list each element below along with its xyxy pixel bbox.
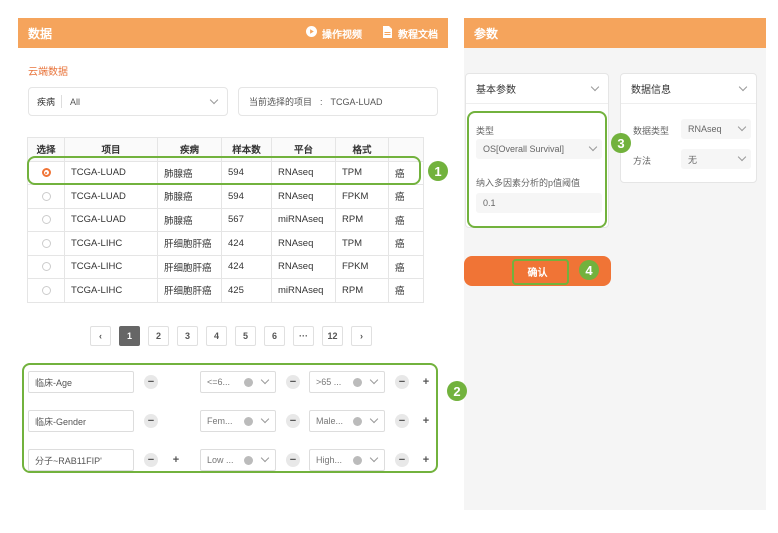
- table-row[interactable]: TCGA-LIHC 肝细胞肝癌 424 RNAseq FPKM 癌: [27, 254, 424, 279]
- method-label: 方法: [633, 156, 652, 166]
- cell-samples: 425: [221, 278, 272, 303]
- cell-project: TCGA-LUAD: [64, 207, 158, 232]
- chevron-down-icon: [209, 95, 219, 104]
- cell-project: TCGA-LIHC: [64, 231, 158, 256]
- highlight-confirm: [512, 259, 569, 285]
- cell-format: TPM: [335, 231, 389, 256]
- video-link-label: 操作视频: [322, 29, 362, 41]
- row-radio[interactable]: [41, 238, 51, 248]
- cell-platform: RNAseq: [271, 231, 336, 256]
- cell-project: TCGA-LIHC: [64, 254, 158, 279]
- row-radio[interactable]: [41, 191, 51, 201]
- current-project-display: 当前选择的项目 : TCGA-LUAD: [238, 87, 438, 116]
- cloud-data-title: 云端数据: [28, 67, 68, 78]
- video-link[interactable]: 操作视频: [306, 26, 362, 41]
- page-ellipsis[interactable]: ···: [293, 326, 314, 346]
- params-panel-header: 参数: [464, 18, 766, 48]
- params-panel: 参数 基本参数 类型 OS[Overall Survival] 纳入多因素分析的…: [464, 18, 766, 510]
- cell-platform: RNAseq: [271, 254, 336, 279]
- page-button-2[interactable]: 2: [148, 326, 169, 346]
- highlight-basic-params: [467, 111, 607, 228]
- cell-extra: 癌: [388, 231, 424, 256]
- params-panel-title: 参数: [474, 26, 499, 41]
- cell-format: RPM: [335, 207, 389, 232]
- annotation-badge-4: 4: [579, 260, 599, 280]
- row-radio[interactable]: [41, 285, 51, 295]
- data-type-value: RNAseq: [688, 124, 722, 134]
- highlight-selected-row: [27, 156, 421, 185]
- cell-platform: miRNAseq: [271, 278, 336, 303]
- cell-samples: 567: [221, 207, 272, 232]
- cell-disease: 肝细胞肝癌: [157, 254, 222, 279]
- current-project-label: 当前选择的项目: [249, 97, 313, 107]
- data-info-title: 数据信息: [631, 85, 671, 96]
- page-button-12[interactable]: 12: [322, 326, 343, 346]
- chevron-down-icon: [590, 82, 600, 91]
- data-info-header[interactable]: 数据信息: [621, 74, 756, 104]
- table-row[interactable]: TCGA-LUAD 肺腺癌 567 miRNAseq RPM 癌: [27, 207, 424, 232]
- disease-select[interactable]: 疾病 All: [28, 87, 228, 116]
- basic-params-title: 基本参数: [476, 85, 516, 96]
- cell-extra: 癌: [388, 207, 424, 232]
- cell-platform: miRNAseq: [271, 207, 336, 232]
- current-project-value: TCGA-LUAD: [330, 96, 383, 107]
- cell-format: RPM: [335, 278, 389, 303]
- method-select[interactable]: 无: [681, 149, 751, 169]
- basic-params-header[interactable]: 基本参数: [466, 74, 608, 104]
- page-button-5[interactable]: 5: [235, 326, 256, 346]
- page-button-3[interactable]: 3: [177, 326, 198, 346]
- table-row[interactable]: TCGA-LUAD 肺腺癌 594 RNAseq FPKM 癌: [27, 184, 424, 209]
- table-row[interactable]: TCGA-LIHC 肝细胞肝癌 424 RNAseq TPM 癌: [27, 231, 424, 256]
- data-type-select[interactable]: RNAseq: [681, 119, 751, 139]
- annotation-badge-3: 3: [611, 133, 631, 153]
- cell-format: FPKM: [335, 254, 389, 279]
- prev-page-button[interactable]: ‹: [90, 326, 111, 346]
- cell-format: FPKM: [335, 184, 389, 209]
- table-row[interactable]: TCGA-LIHC 肝细胞肝癌 425 miRNAseq RPM 癌: [27, 278, 424, 303]
- next-page-button[interactable]: ›: [351, 326, 372, 346]
- data-type-label: 数据类型: [633, 126, 670, 136]
- page-button-4[interactable]: 4: [206, 326, 227, 346]
- data-panel-header: 数据 操作视频 教程文档: [18, 18, 448, 48]
- page-button-1[interactable]: 1: [119, 326, 140, 346]
- pagination: ‹ 1 2 3 4 5 6 ··· 12 ›: [90, 326, 380, 346]
- cell-disease: 肝细胞肝癌: [157, 278, 222, 303]
- cell-extra: 癌: [388, 254, 424, 279]
- annotation-badge-2: 2: [447, 381, 467, 401]
- docs-link-label: 教程文档: [398, 29, 438, 41]
- cell-disease: 肝细胞肝癌: [157, 231, 222, 256]
- page-button-6[interactable]: 6: [264, 326, 285, 346]
- docs-link[interactable]: 教程文档: [382, 25, 438, 41]
- cell-project: TCGA-LUAD: [64, 184, 158, 209]
- data-info-card: 数据信息 数据类型 RNAseq 方法 无: [620, 73, 757, 183]
- cell-extra: 癌: [388, 278, 424, 303]
- current-project-separator: :: [320, 96, 323, 107]
- cell-extra: 癌: [388, 184, 424, 209]
- chevron-down-icon: [737, 152, 747, 162]
- chevron-down-icon: [738, 82, 748, 91]
- disease-select-label: 疾病: [29, 95, 63, 108]
- cell-samples: 424: [221, 254, 272, 279]
- cell-disease: 肺腺癌: [157, 184, 222, 209]
- chevron-down-icon: [737, 122, 747, 132]
- cell-project: TCGA-LIHC: [64, 278, 158, 303]
- play-icon: [306, 26, 317, 40]
- method-value: 无: [688, 154, 698, 165]
- cell-samples: 594: [221, 184, 272, 209]
- highlight-filters: [22, 363, 438, 473]
- disease-select-value: All: [70, 96, 81, 107]
- data-panel-title: 数据: [28, 26, 53, 41]
- cell-disease: 肺腺癌: [157, 207, 222, 232]
- cell-samples: 424: [221, 231, 272, 256]
- cell-platform: RNAseq: [271, 184, 336, 209]
- document-icon: [382, 25, 393, 41]
- row-radio[interactable]: [41, 215, 51, 225]
- row-radio[interactable]: [41, 262, 51, 272]
- annotation-badge-1: 1: [428, 161, 448, 181]
